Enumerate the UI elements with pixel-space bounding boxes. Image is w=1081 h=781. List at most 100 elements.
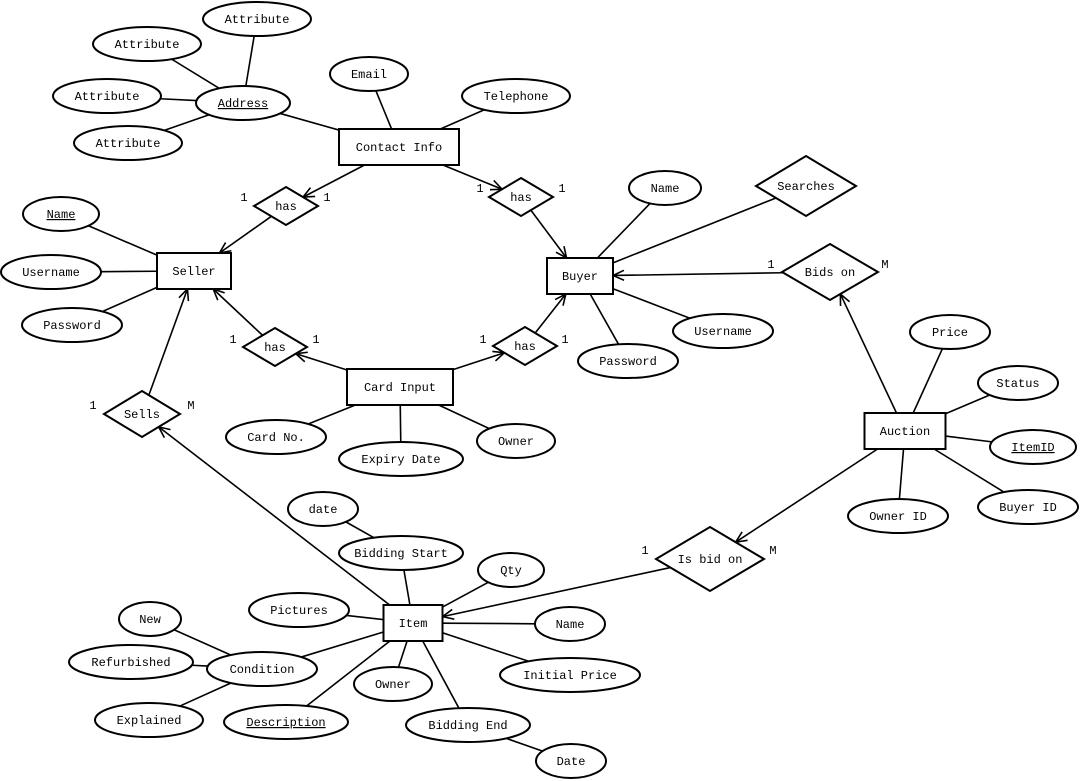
node-label: Attribute bbox=[225, 13, 290, 27]
connector-has3-seller bbox=[211, 287, 264, 336]
connector-price-auction bbox=[912, 348, 944, 414]
attribute-iowner[interactable]: Owner bbox=[353, 666, 433, 702]
attribute-iprice[interactable]: Initial Price bbox=[499, 657, 641, 693]
attribute-cond[interactable]: Condition bbox=[206, 651, 318, 687]
connector-lines bbox=[88, 35, 1005, 752]
entity-card[interactable]: Card Input bbox=[346, 368, 454, 406]
cardinality-label: 1 bbox=[229, 333, 236, 347]
relationship-has1[interactable]: has bbox=[252, 185, 320, 227]
cardinality-label: 1 bbox=[323, 191, 330, 205]
attribute-tel[interactable]: Telephone bbox=[461, 78, 571, 114]
relationship-has4[interactable]: has bbox=[491, 325, 559, 367]
relationship-bidson[interactable]: Bids on bbox=[780, 242, 880, 302]
connector-iname-item bbox=[442, 622, 536, 625]
attribute-itemid[interactable]: ItemID bbox=[989, 429, 1077, 465]
node-label: Expiry Date bbox=[361, 453, 440, 467]
connector-bname-buyer bbox=[596, 202, 651, 259]
relationship-searches[interactable]: Searches bbox=[754, 154, 858, 218]
attribute-qty[interactable]: Qty bbox=[477, 552, 545, 588]
attribute-status[interactable]: Status bbox=[977, 365, 1059, 401]
attribute-a2[interactable]: Attribute bbox=[92, 26, 202, 62]
attribute-cowner[interactable]: Owner bbox=[476, 423, 556, 459]
relationship-isbidon[interactable]: Is bid on bbox=[654, 525, 766, 593]
connector-pics-item bbox=[346, 614, 384, 621]
connector-has2-buyer bbox=[530, 209, 568, 260]
relationship-has2[interactable]: has bbox=[487, 176, 555, 218]
attribute-expl[interactable]: Explained bbox=[94, 702, 204, 738]
node-label: New bbox=[139, 613, 161, 627]
cardinality-label: 1 bbox=[767, 258, 774, 272]
connector-buser-buyer bbox=[612, 287, 691, 320]
node-label: Refurbished bbox=[91, 656, 170, 670]
attribute-iname[interactable]: Name bbox=[534, 606, 606, 642]
cardinality-label: 1 bbox=[89, 399, 96, 413]
node-label: Bidding End bbox=[428, 719, 507, 733]
attribute-refurb[interactable]: Refurbished bbox=[68, 644, 194, 680]
relationship-sells[interactable]: Sells bbox=[102, 389, 182, 439]
attribute-date2[interactable]: Date bbox=[535, 743, 607, 779]
connector-sells-seller bbox=[148, 287, 190, 396]
node-label: has bbox=[264, 341, 286, 355]
entity-seller[interactable]: Seller bbox=[156, 252, 232, 290]
attribute-a4[interactable]: Attribute bbox=[73, 125, 183, 161]
entity-buyer[interactable]: Buyer bbox=[546, 257, 614, 295]
node-label: has bbox=[510, 191, 532, 205]
attribute-new[interactable]: New bbox=[118, 601, 182, 637]
node-label: Sells bbox=[124, 408, 160, 422]
attribute-desc[interactable]: Description bbox=[223, 704, 349, 740]
node-label: Explained bbox=[117, 714, 182, 728]
node-label: Card Input bbox=[364, 381, 436, 395]
attribute-suser[interactable]: Username bbox=[0, 254, 102, 290]
node-label: has bbox=[275, 200, 297, 214]
attribute-spass[interactable]: Password bbox=[21, 307, 123, 343]
attribute-buser[interactable]: Username bbox=[672, 313, 774, 349]
attribute-email[interactable]: Email bbox=[329, 56, 409, 92]
attribute-bname[interactable]: Name bbox=[628, 170, 702, 206]
node-label: Seller bbox=[172, 265, 215, 279]
cardinality-label: 1 bbox=[641, 544, 648, 558]
cardinality-label: 1 bbox=[312, 333, 319, 347]
connector-cond-item bbox=[300, 631, 384, 658]
attribute-bend[interactable]: Bidding End bbox=[405, 707, 531, 743]
attribute-price[interactable]: Price bbox=[909, 314, 991, 350]
cardinality-labels: 1 1 1 1 1 1 1 1 1 M 1 M 1 M bbox=[89, 182, 888, 558]
attribute-a1[interactable]: Attribute bbox=[202, 1, 312, 37]
connector-bpass-buyer bbox=[589, 293, 620, 345]
attribute-buyerid[interactable]: Buyer ID bbox=[977, 489, 1079, 525]
connector-auction-isbidon bbox=[734, 448, 879, 544]
node-label: Buyer bbox=[562, 270, 598, 284]
connector-address-contact bbox=[279, 112, 340, 131]
attribute-ownerid[interactable]: Owner ID bbox=[847, 498, 949, 534]
connector-auction-bidson bbox=[839, 292, 898, 414]
entity-contact[interactable]: Contact Info bbox=[338, 128, 460, 166]
attribute-pics[interactable]: Pictures bbox=[248, 592, 350, 628]
relationship-has3[interactable]: has bbox=[241, 326, 309, 368]
attribute-sname[interactable]: Name bbox=[22, 196, 100, 232]
attribute-bpass[interactable]: Password bbox=[577, 343, 679, 379]
node-label: Owner bbox=[375, 678, 411, 692]
connector-contact-has2 bbox=[442, 164, 504, 191]
attribute-a3[interactable]: Attribute bbox=[52, 78, 162, 114]
connector-itemid-auction bbox=[945, 435, 993, 443]
node-label: Username bbox=[694, 325, 752, 339]
node-label: Price bbox=[932, 326, 968, 340]
node-label: Bidding Start bbox=[354, 547, 448, 561]
node-label: Attribute bbox=[75, 90, 140, 104]
cardinality-label: 1 bbox=[476, 182, 483, 196]
entity-auction[interactable]: Auction bbox=[863, 412, 947, 450]
attribute-date1[interactable]: date bbox=[287, 491, 359, 527]
connector-bend-item bbox=[422, 640, 460, 709]
attribute-bstart[interactable]: Bidding Start bbox=[338, 535, 464, 571]
attribute-address[interactable]: Address bbox=[195, 85, 291, 121]
diagram-nodes: Contact Info Seller Buyer Card Input Auction… bbox=[0, 1, 1079, 779]
connector-spass-seller bbox=[102, 286, 158, 313]
connector-expiry-card bbox=[399, 404, 402, 443]
entity-item[interactable]: Item bbox=[382, 604, 444, 642]
node-label: date bbox=[309, 503, 338, 517]
attribute-cardno[interactable]: Card No. bbox=[225, 419, 327, 455]
node-label: Date bbox=[557, 755, 586, 769]
connector-a1-address bbox=[245, 35, 255, 87]
attribute-expiry[interactable]: Expiry Date bbox=[338, 441, 464, 477]
node-label: Qty bbox=[500, 564, 522, 578]
node-label: Item bbox=[399, 617, 428, 631]
